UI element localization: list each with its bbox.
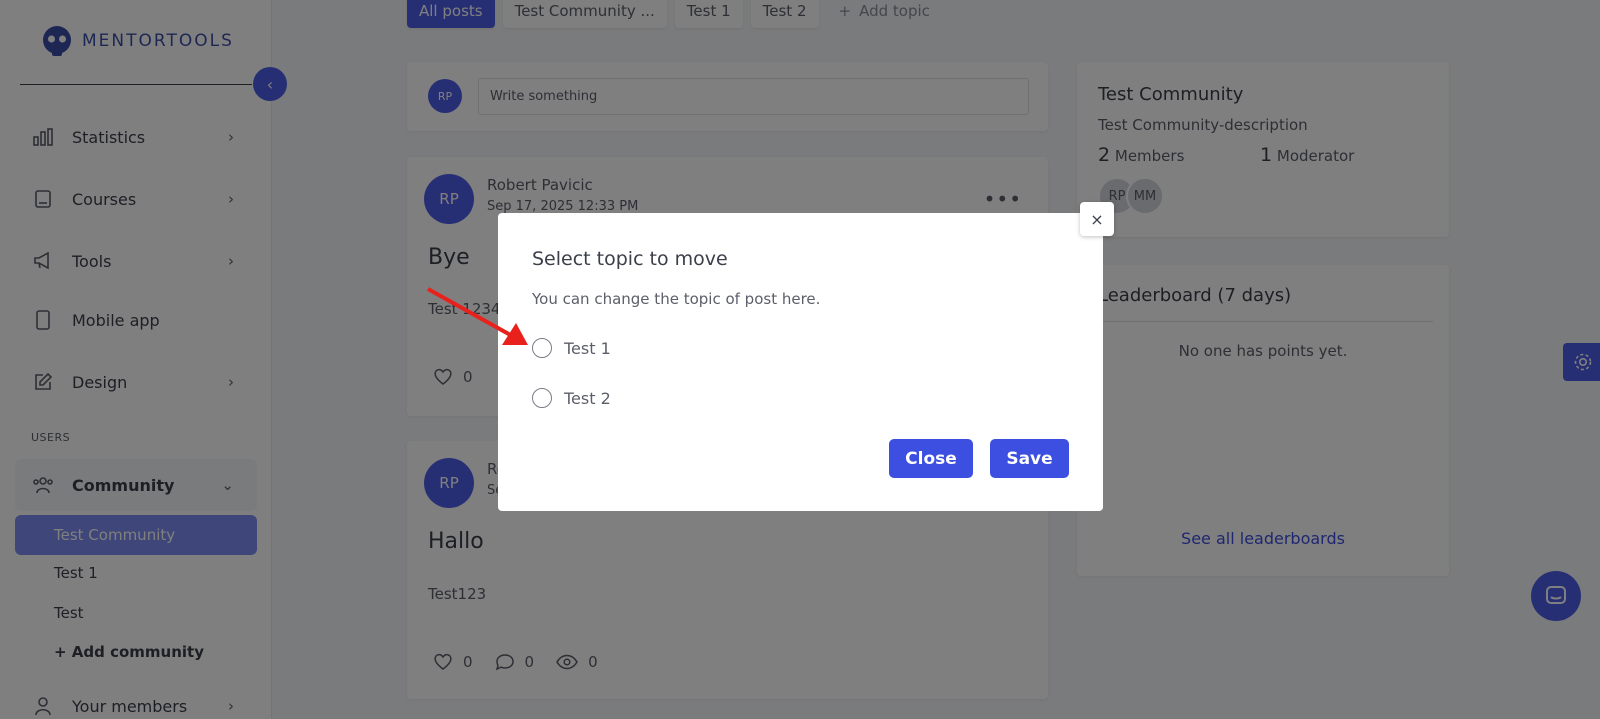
topic-option-label: Test 2 [564,388,611,408]
topic-option-label: Test 1 [564,338,611,358]
close-icon[interactable]: × [1080,202,1114,236]
annotation-arrow-icon [427,287,528,345]
topic-option[interactable]: Test 1 [532,338,611,358]
close-button[interactable]: Close [889,439,973,478]
save-button[interactable]: Save [990,439,1069,478]
radio-button[interactable] [532,388,552,408]
move-topic-modal: Select topic to move You can change the … [498,213,1103,511]
modal-description: You can change the topic of post here. [532,290,821,308]
modal-title: Select topic to move [532,248,728,270]
topic-option[interactable]: Test 2 [532,388,611,408]
